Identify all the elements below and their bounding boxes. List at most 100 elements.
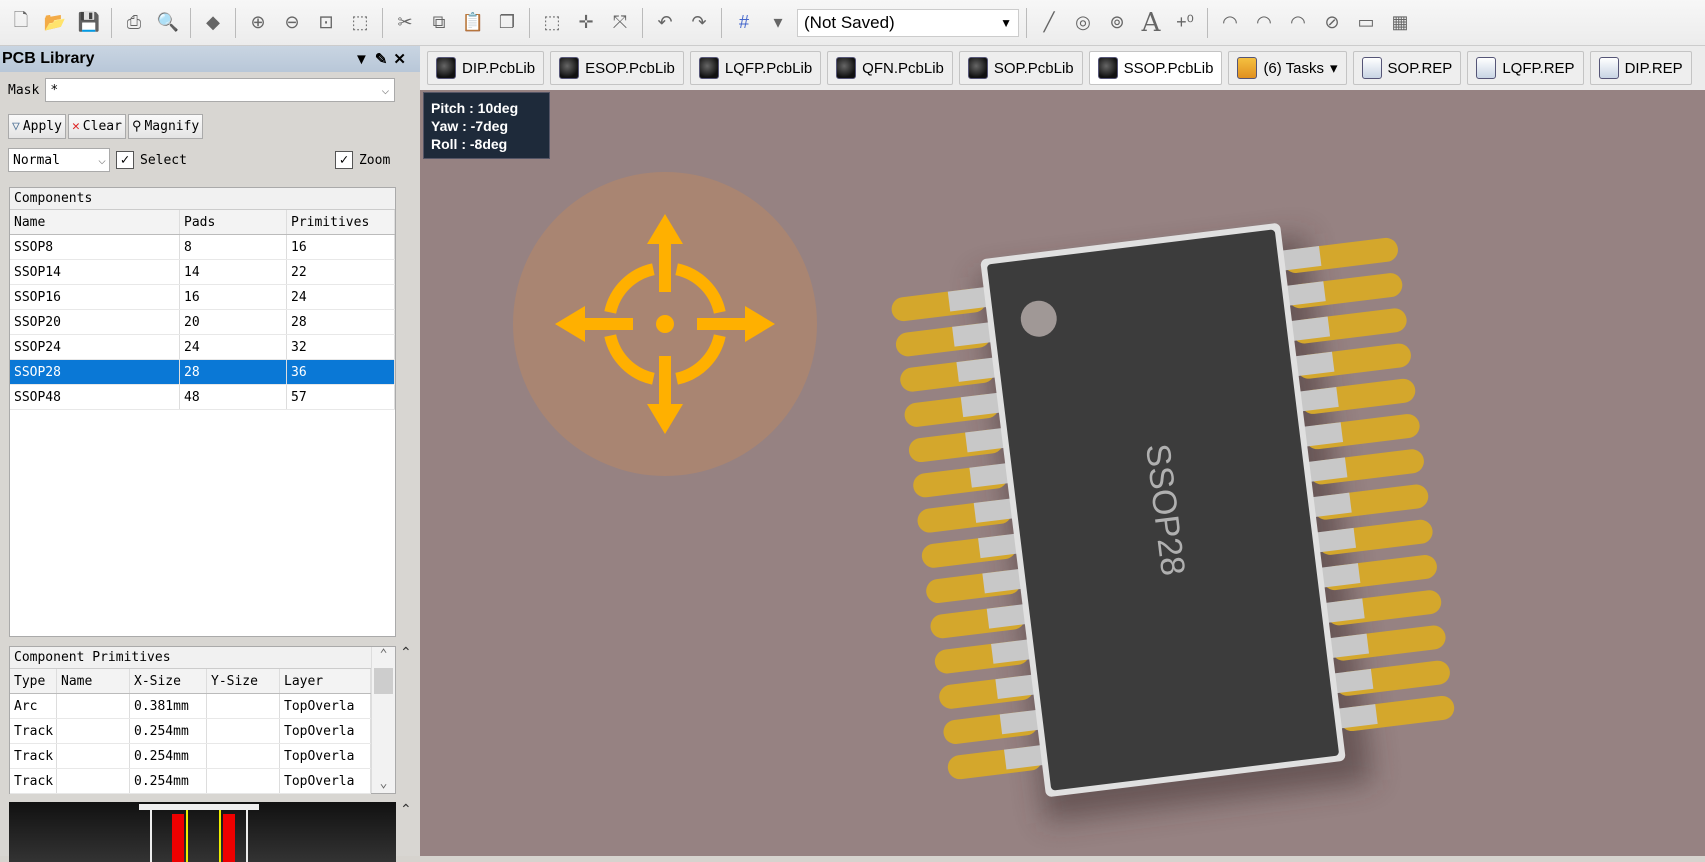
tab-ssop-pcblib[interactable]: SSOP.PcbLib	[1088, 51, 1223, 85]
save-icon[interactable]: 💾	[74, 8, 104, 38]
grid-icon[interactable]: #	[729, 8, 759, 38]
column-header-pads[interactable]: Pads	[180, 210, 287, 234]
pin-icon[interactable]: ✎	[375, 51, 394, 68]
table-row[interactable]: SSOP8 8 16	[10, 235, 395, 260]
redo-icon[interactable]: ↷	[684, 8, 714, 38]
undo-icon[interactable]: ↶	[650, 8, 680, 38]
select-rect-icon[interactable]: ⬚	[537, 8, 567, 38]
chevron-down-icon[interactable]: ▾	[1330, 59, 1338, 77]
tab-lqfp-pcblib[interactable]: LQFP.PcbLib	[689, 51, 822, 85]
tab-lqfp-rep[interactable]: LQFP.REP	[1467, 51, 1584, 85]
zoom-checkbox[interactable]: ✓	[334, 151, 353, 169]
cell-primitives: 32	[287, 335, 395, 359]
cell-primitives: 16	[287, 235, 395, 259]
rubber-stamp-icon[interactable]: ❐	[492, 8, 522, 38]
tab-dip-rep[interactable]: DIP.REP	[1589, 51, 1692, 85]
column-header-x-size[interactable]: X-Size	[130, 669, 207, 693]
mode-select[interactable]: Normal ⌵	[8, 148, 110, 172]
tab--6-tasks[interactable]: (6) Tasks ▾	[1228, 51, 1347, 85]
close-icon[interactable]: ✕	[393, 51, 412, 68]
components-grid: Components Name Pads Primitives SSOP8 8 16 SS…	[9, 187, 396, 637]
pitch-readout: Pitch : 10deg	[431, 100, 519, 116]
compass-center-dot	[656, 315, 674, 333]
deselect-icon[interactable]: ⤧	[605, 8, 635, 38]
toolbar-separator	[1026, 7, 1027, 38]
chevron-down-icon: ▼	[1000, 15, 1012, 30]
tab-dip-pcblib[interactable]: DIP.PcbLib	[427, 51, 545, 85]
line-icon[interactable]: ╱	[1034, 8, 1064, 38]
table-row[interactable]: Track 0.254mm TopOverla	[10, 719, 371, 744]
zoom-in-icon[interactable]: ⊕	[243, 8, 273, 38]
fill-icon[interactable]: ▭	[1351, 8, 1381, 38]
column-header-y-size[interactable]: Y-Size	[207, 669, 280, 693]
via-icon[interactable]: ⊚	[1102, 8, 1132, 38]
pcb-lib-icon	[1097, 57, 1118, 79]
column-header-type[interactable]: Type	[10, 669, 57, 693]
zoom-fit-icon[interactable]: ⊡	[311, 8, 341, 38]
move-icon[interactable]: ✛	[571, 8, 601, 38]
scroll-up-icon[interactable]: ⌃	[372, 647, 395, 662]
select-checkbox[interactable]: ✓	[116, 151, 134, 169]
scroll-thumb[interactable]	[374, 668, 393, 694]
print-preview-icon[interactable]: 🔍	[153, 8, 183, 38]
pcb-3d-view[interactable]: SSOP28 Pitch : 10deg Yaw : -7deg Roll : …	[420, 90, 1705, 856]
chevron-down-icon[interactable]: ⌵	[381, 83, 394, 98]
select-label: Select	[140, 152, 187, 168]
tab-qfn-pcblib[interactable]: QFN.PcbLib	[827, 51, 953, 85]
component-icon[interactable]: ▦	[1385, 8, 1415, 38]
open-icon[interactable]: 📂	[40, 8, 70, 38]
grid-dropdown-icon[interactable]: ▾	[763, 8, 793, 38]
clear-button[interactable]: ✕ Clear	[67, 114, 126, 139]
arc-edge-icon[interactable]: ◠	[1249, 8, 1279, 38]
arc-any-icon[interactable]: ◠	[1283, 8, 1313, 38]
arc-center-icon[interactable]: ◠	[1215, 8, 1245, 38]
cut-icon[interactable]: ✂	[390, 8, 420, 38]
apply-label: Apply	[22, 119, 62, 134]
table-row[interactable]: Track 0.254mm TopOverla	[10, 744, 371, 769]
column-header-primitives[interactable]: Primitives	[287, 210, 395, 234]
scroll-down-icon[interactable]: ⌄	[372, 776, 395, 791]
navigation-compass[interactable]	[513, 172, 817, 476]
table-row[interactable]: SSOP20 20 28	[10, 310, 395, 335]
circle-icon[interactable]: ⊘	[1317, 8, 1347, 38]
text-icon[interactable]: A	[1136, 8, 1166, 38]
pad-icon[interactable]: ◎	[1068, 8, 1098, 38]
primitives-scrollbar[interactable]: ⌃ ⌄	[371, 647, 395, 793]
paste-icon[interactable]: 📋	[458, 8, 488, 38]
table-row[interactable]: SSOP24 24 32	[10, 335, 395, 360]
collapse-icon[interactable]: ⌃	[400, 801, 412, 818]
table-row[interactable]: SSOP16 16 24	[10, 285, 395, 310]
tab-label: DIP.PcbLib	[462, 59, 536, 77]
column-header-name[interactable]: Name	[10, 210, 180, 234]
coordinate-icon[interactable]: +⁰	[1170, 8, 1200, 38]
table-row[interactable]: SSOP48 48 57	[10, 385, 395, 410]
cell-x-size: 0.254mm	[130, 744, 207, 768]
apply-button[interactable]: ▽ Apply	[8, 114, 66, 139]
collapse-icon[interactable]: ⌃	[400, 644, 412, 661]
zoom-out-icon[interactable]: ⊖	[277, 8, 307, 38]
3d-layer-icon[interactable]: ◆	[198, 8, 228, 38]
print-icon[interactable]: ⎙	[119, 8, 149, 38]
copy-icon[interactable]: ⧉	[424, 8, 454, 38]
pcb-lib-icon	[967, 57, 988, 79]
new-icon[interactable]: 🗋	[6, 8, 36, 38]
tab-esop-pcblib[interactable]: ESOP.PcbLib	[550, 51, 684, 85]
magnify-button[interactable]: ⚲ Magnify	[127, 114, 204, 139]
table-row[interactable]: SSOP14 14 22	[10, 260, 395, 285]
tab-sop-rep[interactable]: SOP.REP	[1352, 51, 1462, 85]
panel-menu-icon[interactable]: ▼	[354, 51, 375, 68]
toolbar-separator	[111, 7, 112, 38]
cell-x-size: 0.381mm	[130, 694, 207, 718]
mask-label: Mask	[8, 82, 40, 98]
zoom-select-icon[interactable]: ⬚	[345, 8, 375, 38]
tab-sop-pcblib[interactable]: SOP.PcbLib	[958, 51, 1083, 85]
mask-input[interactable]: * ⌵	[45, 78, 396, 102]
tab-label: SSOP.PcbLib	[1123, 59, 1214, 77]
column-header-name[interactable]: Name	[57, 669, 130, 693]
magnify-icon: ⚲	[131, 119, 142, 134]
table-row[interactable]: Track 0.254mm TopOverla	[10, 769, 371, 794]
table-row[interactable]: SSOP28 28 36	[10, 360, 395, 385]
table-row[interactable]: Arc 0.381mm TopOverla	[10, 694, 371, 719]
view-config-select[interactable]: (Not Saved) ▼	[797, 8, 1019, 37]
column-header-layer[interactable]: Layer	[280, 669, 371, 693]
